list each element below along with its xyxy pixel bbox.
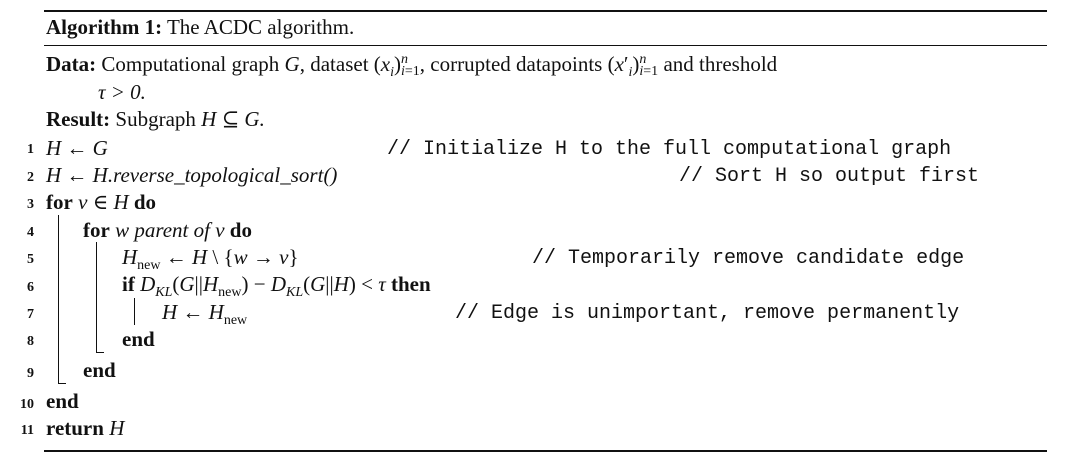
- inner-for-block-hook: [96, 352, 104, 353]
- line-9-end: end: [83, 358, 116, 382]
- data-line: Data: Computational graph G, dataset (xi…: [46, 52, 777, 81]
- keyword-for: for: [46, 190, 73, 214]
- inner-for-block-bar: [96, 242, 97, 352]
- line-number: 11: [20, 423, 34, 438]
- data-text-3: , corrupted datapoints: [419, 52, 603, 76]
- line-1-code: H ← G: [46, 136, 108, 160]
- line-4-expr: w parent of v: [115, 218, 225, 242]
- line-6: if DKL(G||Hnew) − DKL(G||H) < τ then: [122, 272, 431, 301]
- top-rule: [44, 10, 1047, 12]
- keyword-return: return: [46, 416, 104, 440]
- line-5-comment: // Temporarily remove candidate edge: [532, 247, 965, 270]
- result-label: Result:: [46, 107, 111, 131]
- data-text-2: , dataset: [299, 52, 369, 76]
- result-line: Result: Subgraph H ⊆ G.: [46, 107, 265, 132]
- line-10-end: end: [46, 389, 79, 413]
- line-5-code: Hnew ← H \ {w → v}: [122, 245, 299, 274]
- line-number: 6: [27, 280, 34, 295]
- line-3-expr: v ∈ H: [78, 190, 129, 214]
- line-4: for w parent of v do: [83, 218, 252, 243]
- line-7-code: H ← Hnew: [162, 300, 248, 329]
- line-2-comment: // Sort H so output first: [679, 165, 980, 188]
- result-expr: H ⊆ G.: [201, 107, 265, 131]
- result-text: Subgraph: [115, 107, 196, 131]
- keyword-do: do: [229, 218, 252, 242]
- data-threshold: τ > 0.: [98, 80, 146, 104]
- if-block-bar: [134, 298, 135, 325]
- line-number: 2: [27, 170, 34, 185]
- data-text-4: and threshold: [663, 52, 778, 76]
- line-6-condition: DKL(G||Hnew) − DKL(G||H) < τ: [140, 272, 386, 301]
- line-number: 8: [27, 334, 34, 349]
- line-number: 3: [27, 197, 34, 212]
- caption-rule: [44, 45, 1047, 46]
- line-2-code: H ← H.reverse_topological_sort(): [46, 163, 338, 187]
- keyword-for: for: [83, 218, 110, 242]
- corrupted-expr: (x′i)n i=1: [607, 51, 659, 81]
- data-label: Data:: [46, 52, 97, 76]
- bottom-rule: [44, 450, 1047, 452]
- line-11: return H: [46, 416, 124, 441]
- line-3: for v ∈ H do: [46, 190, 156, 215]
- for-block-bar: [58, 215, 59, 383]
- line-7-comment: // Edge is unimportant, remove permanent…: [455, 302, 960, 325]
- for-block-hook: [58, 383, 66, 384]
- line-number: 5: [27, 252, 34, 267]
- line-number: 9: [27, 366, 34, 381]
- keyword-then: then: [391, 272, 431, 296]
- line-11-expr: H: [109, 416, 125, 440]
- caption-label: Algorithm 1:: [46, 15, 163, 39]
- keyword-if: if: [122, 272, 135, 296]
- line-number: 10: [20, 397, 34, 412]
- line-number: 7: [27, 307, 34, 322]
- algorithm-caption: Algorithm 1: The ACDC algorithm.: [46, 15, 354, 40]
- line-number: 1: [27, 142, 34, 157]
- dataset-expr: (xi)n i=1: [373, 51, 420, 81]
- line-1-comment: // Initialize H to the full computationa…: [387, 138, 952, 161]
- keyword-do: do: [133, 190, 157, 214]
- data-graph-symbol: G: [284, 52, 300, 76]
- line-8-end: end: [122, 327, 155, 351]
- caption-title: The ACDC algorithm.: [166, 15, 355, 39]
- line-number: 4: [27, 225, 34, 240]
- data-text-1: Computational graph: [101, 52, 280, 76]
